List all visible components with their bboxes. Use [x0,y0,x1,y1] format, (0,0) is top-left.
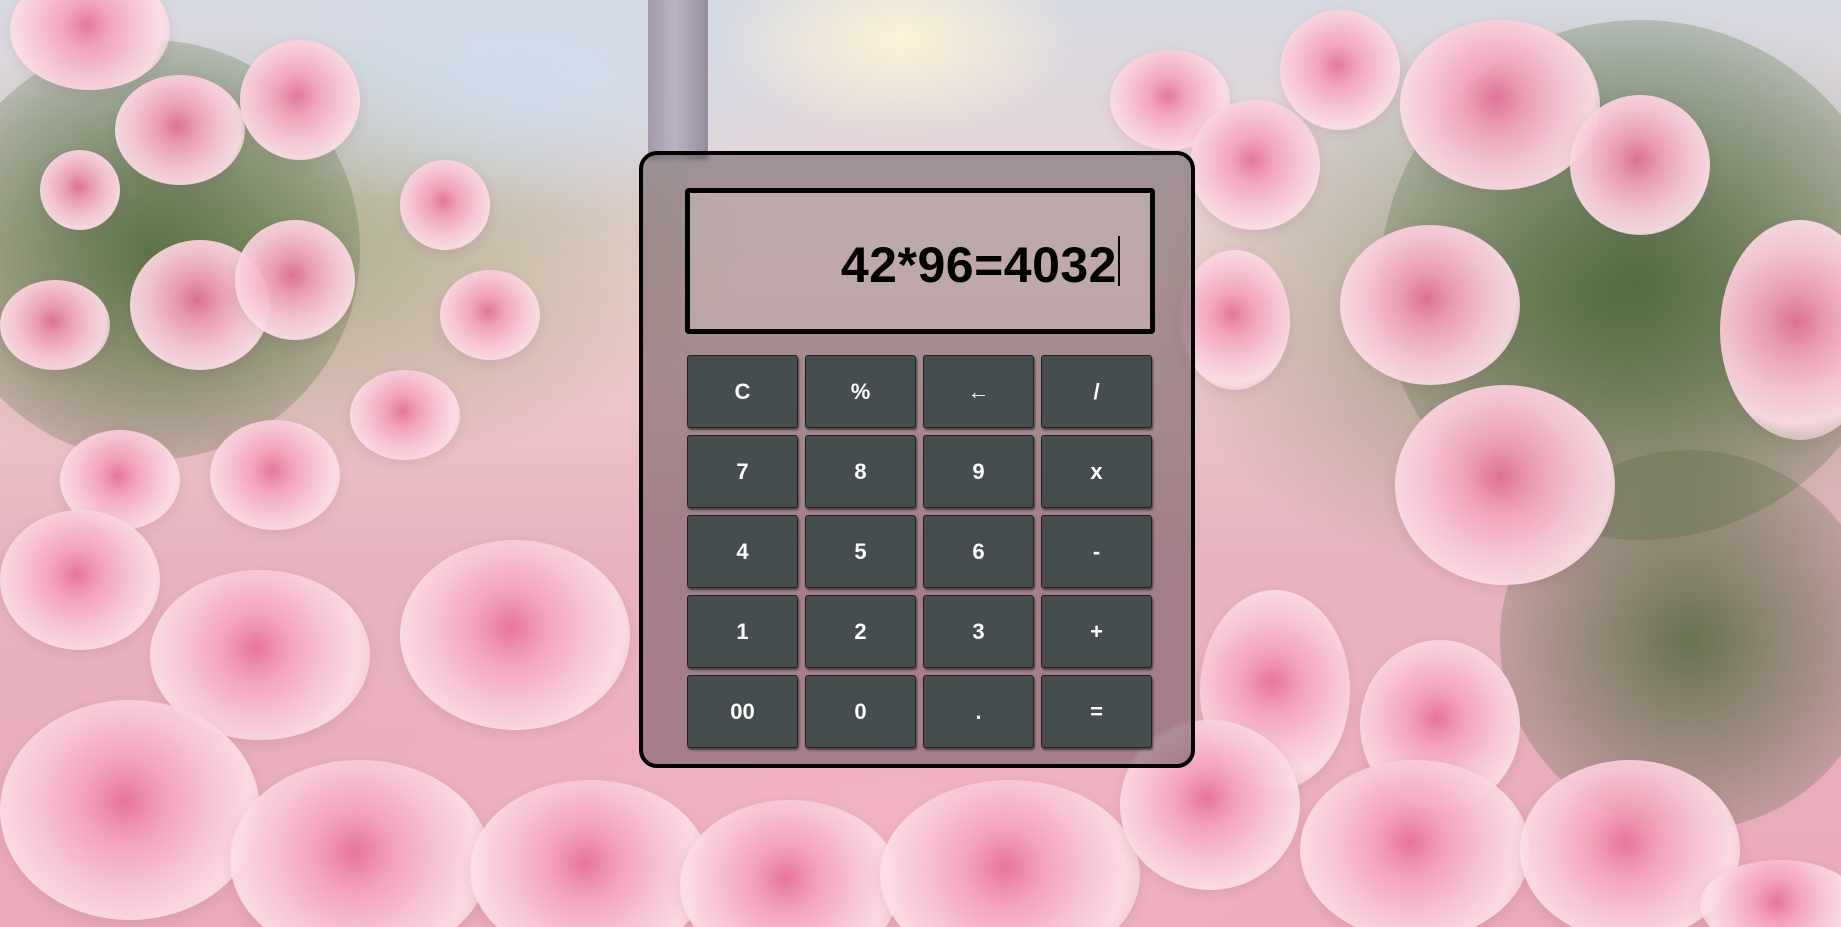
percent-button[interactable]: % [805,355,916,428]
digit-2-button[interactable]: 2 [805,595,916,668]
divide-button[interactable]: / [1041,355,1152,428]
rose [0,700,260,920]
rose [1340,225,1520,385]
minus-button[interactable]: - [1041,515,1152,588]
digit-1-button[interactable]: 1 [687,595,798,668]
rose [210,420,340,530]
keypad: C % ← / 7 8 9 x 4 5 6 - 1 2 3 + 00 0 . = [687,355,1152,748]
rose [350,370,460,460]
calculator: 42*96=4032 C % ← / 7 8 9 x 4 5 6 - 1 2 3… [639,151,1195,768]
equals-button[interactable]: = [1041,675,1152,748]
rose [0,280,110,370]
rose [880,780,1140,927]
digit-9-button[interactable]: 9 [923,435,1034,508]
text-cursor [1118,236,1120,286]
rose [1570,95,1710,235]
digit-7-button[interactable]: 7 [687,435,798,508]
rose [680,800,900,927]
rose [1180,250,1290,390]
rose [235,220,355,340]
rose [230,760,490,927]
plus-button[interactable]: + [1041,595,1152,668]
rose [1300,760,1530,927]
clear-button[interactable]: C [687,355,798,428]
rose [400,540,630,730]
digit-8-button[interactable]: 8 [805,435,916,508]
rose [440,270,540,360]
digit-5-button[interactable]: 5 [805,515,916,588]
rose [1190,100,1320,230]
rose [115,75,245,185]
rose [1395,385,1615,585]
rose [1280,10,1400,130]
rose [40,150,120,230]
rose [0,510,160,650]
calculator-display[interactable]: 42*96=4032 [685,188,1155,334]
background-pole [648,0,708,160]
double-zero-button[interactable]: 00 [687,675,798,748]
digit-6-button[interactable]: 6 [923,515,1034,588]
multiply-button[interactable]: x [1041,435,1152,508]
rose [470,780,710,927]
display-value: 42*96=4032 [840,237,1117,293]
rose [240,40,360,160]
digit-0-button[interactable]: 0 [805,675,916,748]
decimal-button[interactable]: . [923,675,1034,748]
digit-4-button[interactable]: 4 [687,515,798,588]
rose [400,160,490,250]
digit-3-button[interactable]: 3 [923,595,1034,668]
backspace-button[interactable]: ← [923,355,1034,428]
